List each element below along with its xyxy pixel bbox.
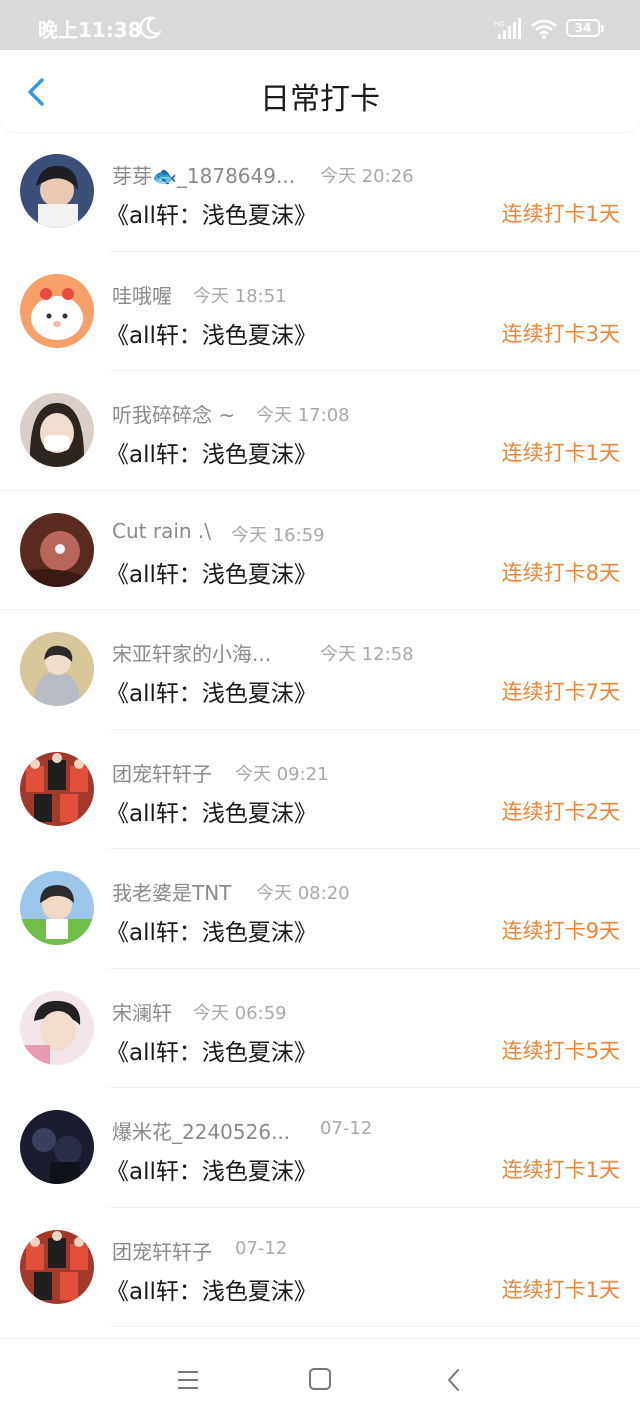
book-title[interactable]: 《all轩：浅色夏沫》 <box>106 435 317 469</box>
menu-icon[interactable] <box>176 1369 200 1391</box>
avatar[interactable] <box>20 632 94 706</box>
wifi-icon <box>531 19 557 39</box>
checkin-row[interactable]: Cut rain .\ 今天 16:59 《all轩：浅色夏沫》 连续打卡8天 <box>0 491 640 611</box>
checkin-row[interactable]: 哇哦喔 今天 18:51 《all轩：浅色夏沫》 连续打卡3天 <box>0 252 640 372</box>
username[interactable]: 团宠轩轩子 <box>112 758 212 787</box>
book-title[interactable]: 《all轩：浅色夏沫》 <box>106 674 317 708</box>
username[interactable]: 我老婆是TNT <box>112 877 231 906</box>
streak-label: 连续打卡3天 <box>501 321 620 346</box>
avatar[interactable] <box>20 751 94 826</box>
checkin-row[interactable]: 团宠轩轩子 今天 09:21 《all轩：浅色夏沫》 连续打卡2天 <box>0 730 640 850</box>
book-title[interactable]: 《all轩：浅色夏沫》 <box>106 794 317 828</box>
username[interactable]: 团宠轩轩子 <box>112 1236 212 1265</box>
streak-label: 连续打卡8天 <box>501 560 620 585</box>
checkin-row[interactable]: 宋亚轩家的小海... 今天 12:58 《all轩：浅色夏沫》 连续打卡7天 <box>0 610 640 730</box>
streak-label: 连续打卡9天 <box>501 919 620 943</box>
back-icon[interactable] <box>444 1367 464 1393</box>
streak-label: 连续打卡5天 <box>501 1038 620 1063</box>
checkin-time: 07-12 <box>320 1118 373 1139</box>
avatar[interactable] <box>20 154 94 228</box>
username[interactable]: 芽芽🐟_1878649... <box>112 160 295 189</box>
checkin-row[interactable]: 宋澜轩 今天 06:59 《all轩：浅色夏沫》 连续打卡5天 <box>0 969 640 1089</box>
avatar[interactable] <box>20 1110 94 1184</box>
status-bar: 晚上11:38 HD 34 <box>0 0 640 50</box>
streak-label: 连续打卡7天 <box>501 680 620 704</box>
checkin-time: 今天 17:08 <box>256 405 350 426</box>
checkin-time: 今天 20:26 <box>320 166 414 187</box>
book-title[interactable]: 《all轩：浅色夏沫》 <box>106 196 317 230</box>
book-title[interactable]: 《all轩：浅色夏沫》 <box>106 1272 317 1306</box>
checkin-row[interactable]: 爆米花_2240526... 07-12 《all轩：浅色夏沫》 连续打卡1天 <box>0 1088 640 1208</box>
battery-icon: 34 <box>566 19 604 37</box>
streak-label: 连续打卡1天 <box>501 1277 620 1302</box>
checkin-time: 今天 08:20 <box>256 883 350 904</box>
checkin-time: 今天 09:21 <box>235 763 329 785</box>
streak-label: 连续打卡2天 <box>501 799 620 824</box>
checkin-list: 芽芽🐟_1878649... 今天 20:26 《all轩：浅色夏沫》 连续打卡… <box>0 132 640 1327</box>
page-title: 日常打卡 <box>260 82 380 117</box>
checkin-time: 今天 12:58 <box>320 644 414 665</box>
book-title[interactable]: 《all轩：浅色夏沫》 <box>106 913 317 947</box>
avatar[interactable] <box>20 990 94 1065</box>
streak-label: 连续打卡1天 <box>501 441 620 465</box>
header-bar: 日常打卡 <box>0 50 640 132</box>
system-nav-bar <box>0 1338 640 1423</box>
username[interactable]: Cut rain .\ <box>112 519 211 543</box>
avatar[interactable] <box>20 273 94 348</box>
checkin-time: 今天 16:59 <box>231 524 325 546</box>
avatar[interactable] <box>20 512 94 587</box>
streak-label: 连续打卡1天 <box>501 202 620 226</box>
home-icon[interactable] <box>308 1367 332 1391</box>
checkin-time: 今天 06:59 <box>193 1002 287 1024</box>
book-title[interactable]: 《all轩：浅色夏沫》 <box>106 1033 317 1067</box>
username[interactable]: 哇哦喔 <box>112 280 172 309</box>
checkin-time: 07-12 <box>235 1237 288 1259</box>
checkin-row[interactable]: 听我碎碎念 ~ 今天 17:08 《all轩：浅色夏沫》 连续打卡1天 <box>0 371 640 491</box>
signal-icon: HD <box>494 18 521 39</box>
book-title[interactable]: 《all轩：浅色夏沫》 <box>106 316 317 350</box>
username[interactable]: 宋亚轩家的小海... <box>112 638 271 667</box>
avatar[interactable] <box>20 393 94 467</box>
status-time: 晚上11:38 <box>38 18 142 42</box>
username[interactable]: 听我碎碎念 ~ <box>112 399 235 428</box>
book-title[interactable]: 《all轩：浅色夏沫》 <box>106 555 317 589</box>
book-title[interactable]: 《all轩：浅色夏沫》 <box>106 1152 317 1186</box>
checkin-row[interactable]: 芽芽🐟_1878649... 今天 20:26 《all轩：浅色夏沫》 连续打卡… <box>0 132 640 252</box>
svg-text:HD: HD <box>494 20 505 28</box>
username[interactable]: 宋澜轩 <box>112 997 172 1026</box>
streak-label: 连续打卡1天 <box>501 1158 620 1182</box>
moon-icon <box>139 16 162 39</box>
checkin-row[interactable]: 团宠轩轩子 07-12 《all轩：浅色夏沫》 连续打卡1天 <box>0 1208 640 1328</box>
username[interactable]: 爆米花_2240526... <box>112 1116 290 1145</box>
checkin-row[interactable]: 我老婆是TNT 今天 08:20 《all轩：浅色夏沫》 连续打卡9天 <box>0 849 640 969</box>
avatar[interactable] <box>20 871 94 945</box>
checkin-time: 今天 18:51 <box>193 285 287 307</box>
avatar[interactable] <box>20 1229 94 1304</box>
